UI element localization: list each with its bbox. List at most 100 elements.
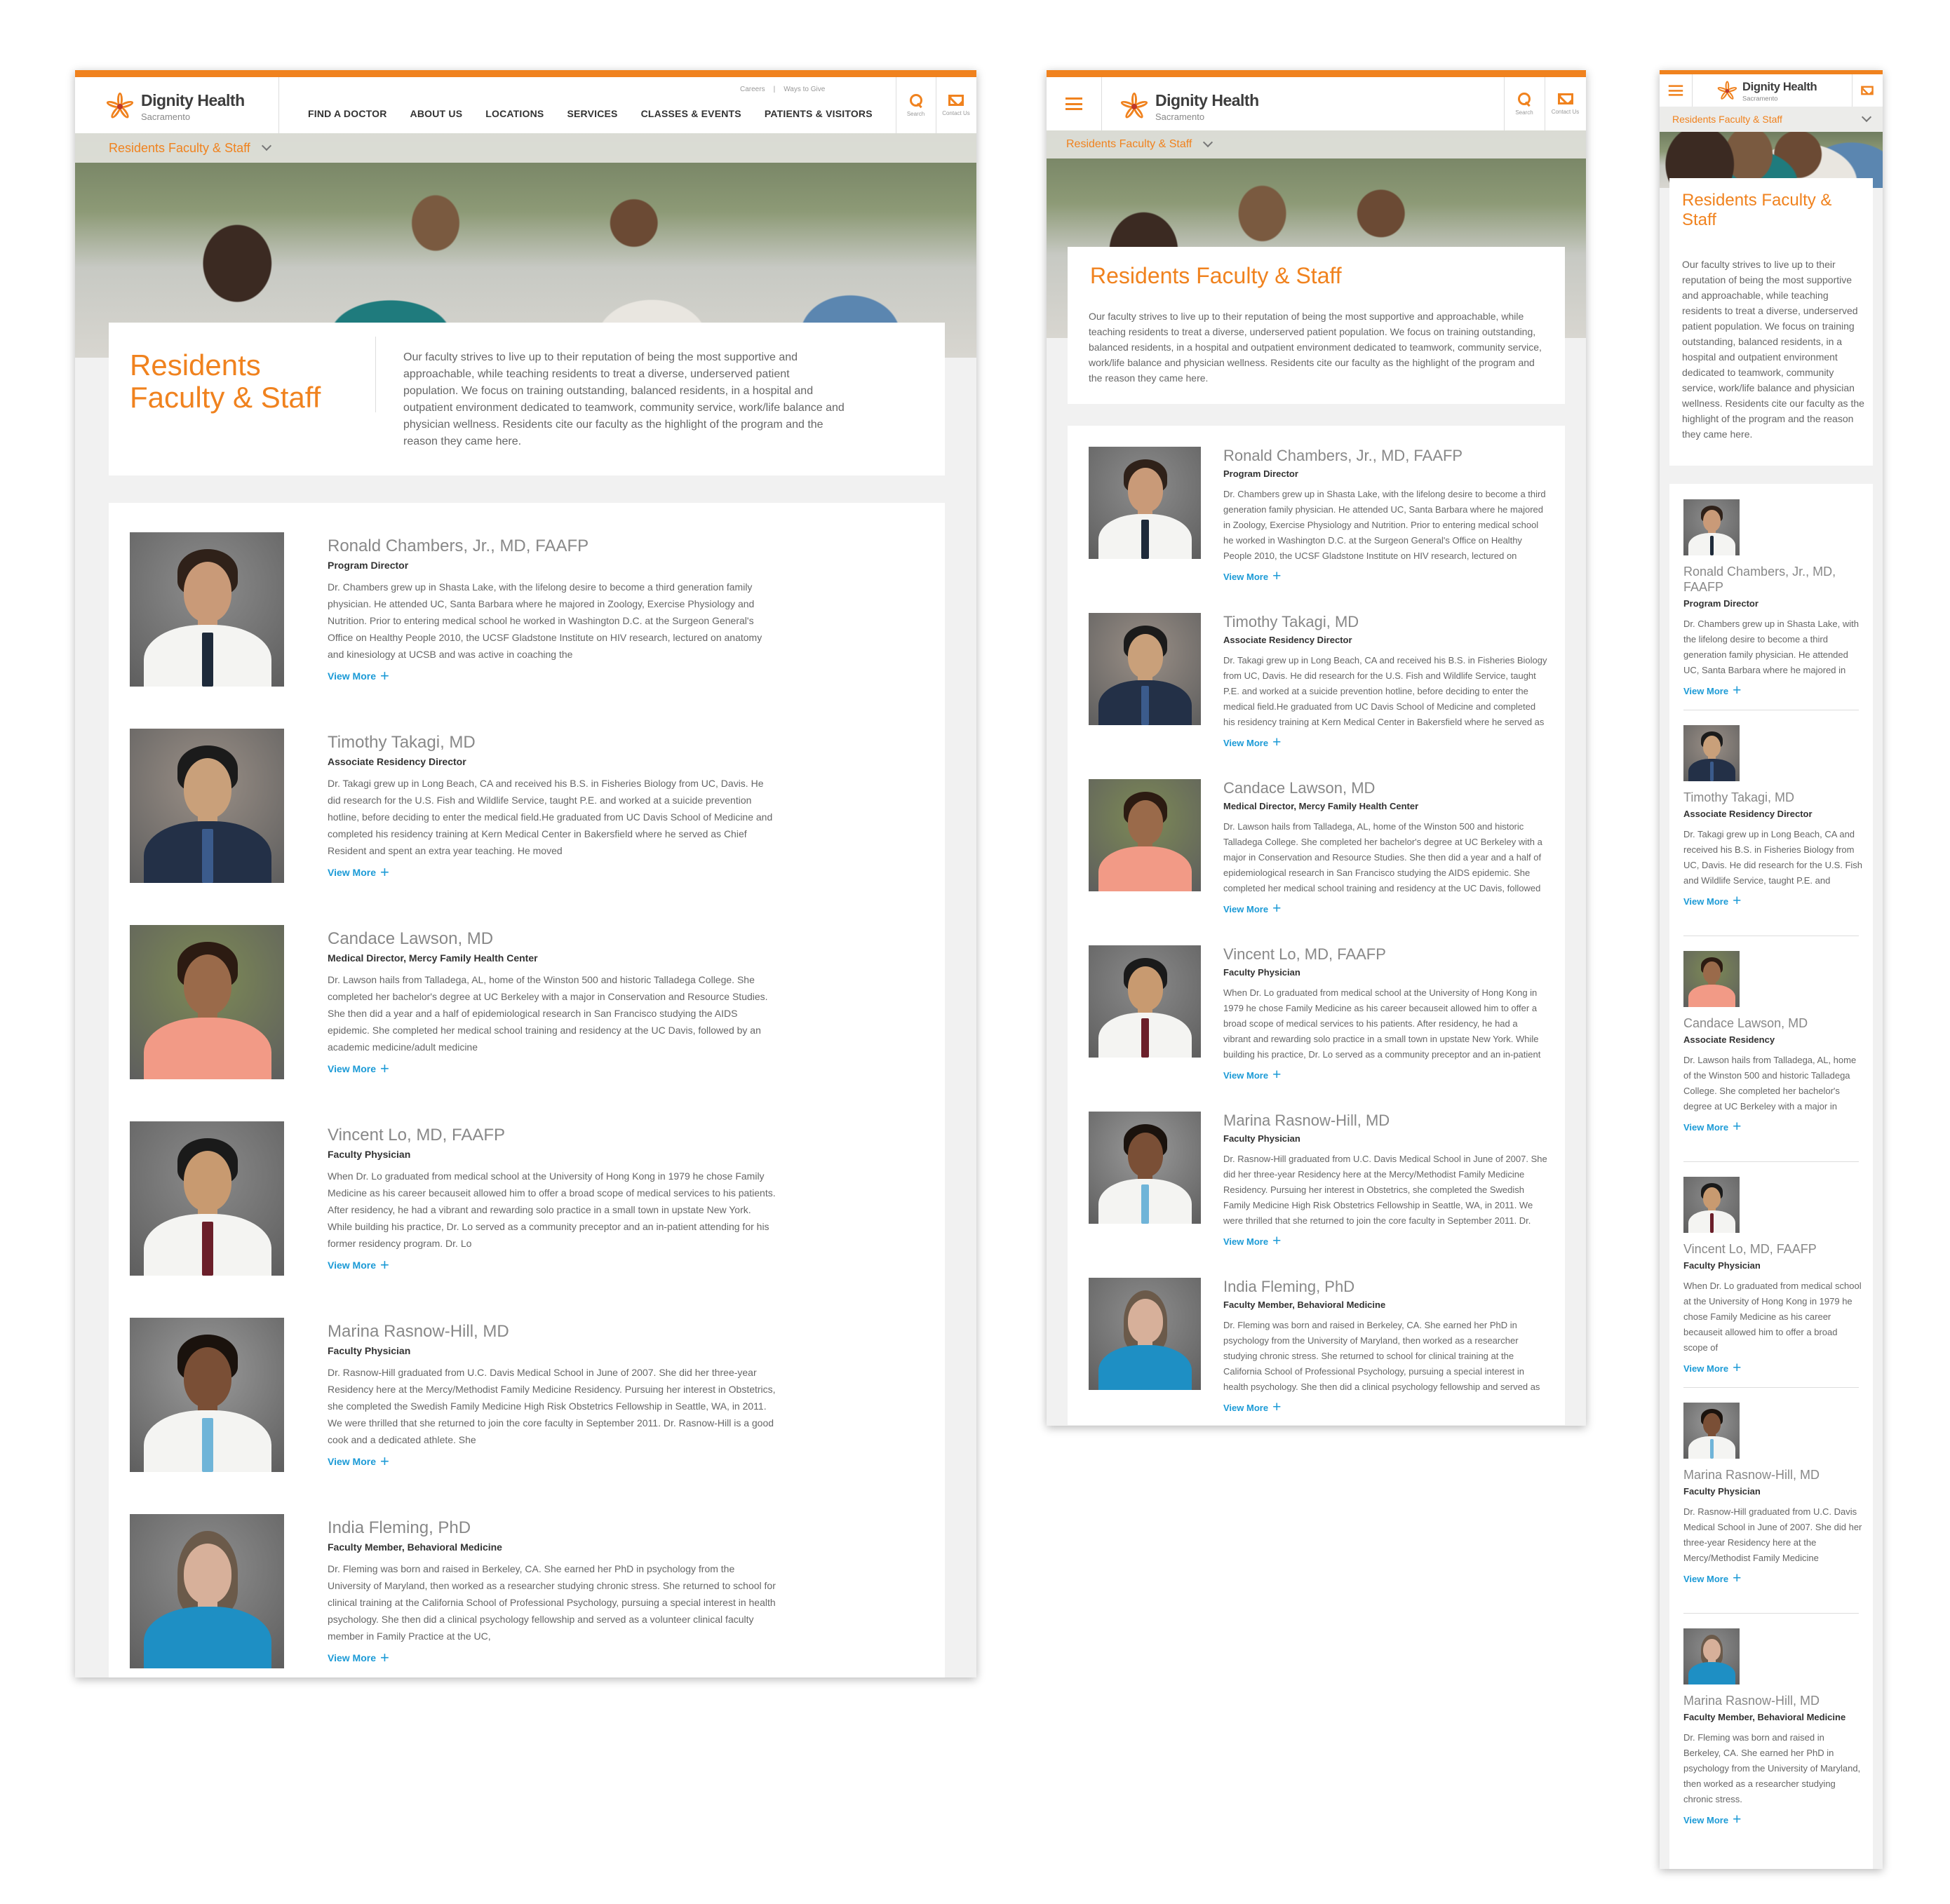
main-nav: FIND A DOCTOR ABOUT US LOCATIONS SERVICE…	[308, 108, 896, 119]
plus-icon: +	[1272, 900, 1282, 917]
logo-mark-icon	[1716, 81, 1737, 101]
header-divider	[278, 77, 279, 133]
view-more-link[interactable]: View More +	[1223, 734, 1281, 751]
intro-card: Residents Faculty & Staff Our faculty st…	[1068, 247, 1565, 404]
faculty-name: Marina Rasnow-Hill, MD	[1223, 1112, 1390, 1129]
headshot-photo	[1089, 447, 1201, 559]
faculty-list: Ronald Chambers, Jr., MD, FAAFP Program D…	[1669, 484, 1873, 1869]
faculty-role: Faculty Physician	[1223, 967, 1300, 978]
headshot-photo	[1089, 1112, 1201, 1224]
logo-mark-icon	[105, 93, 135, 121]
view-more-label: View More	[328, 1652, 376, 1663]
utility-link-careers[interactable]: Careers	[740, 86, 765, 93]
plus-icon: +	[1733, 1119, 1742, 1135]
view-more-label: View More	[1683, 1573, 1729, 1584]
brand-logo[interactable]: Dignity Health Sacramento	[1119, 91, 1259, 122]
faculty-bio: Dr. Rasnow-Hill graduated from U.C. Davi…	[1683, 1506, 1862, 1563]
nav-patients-visitors[interactable]: PATIENTS & VISITORS	[765, 108, 873, 119]
plus-icon: +	[1733, 1360, 1742, 1376]
page-title: Residents Faculty & Staff	[1090, 263, 1342, 288]
faculty-name: Candace Lawson, MD	[328, 929, 494, 948]
section-dropdown[interactable]: Residents Faculty & Staff	[75, 133, 976, 163]
view-more-link[interactable]: View More +	[1223, 1399, 1281, 1416]
intro-text: Our faculty strives to live up to their …	[1682, 259, 1864, 440]
menu-button[interactable]	[1660, 74, 1692, 107]
faculty-list: Ronald Chambers, Jr., MD, FAAFP Program D…	[109, 503, 945, 1677]
faculty-bio: Dr. Takagi grew up in Long Beach, CA and…	[1683, 829, 1863, 886]
contact-button[interactable]	[1852, 74, 1883, 107]
view-more-link[interactable]: View More +	[328, 1060, 389, 1078]
plus-icon: +	[1733, 1570, 1742, 1586]
view-more-link[interactable]: View More +	[1683, 682, 1741, 699]
intro-card: Residents Faculty & Staff Our faculty st…	[109, 323, 945, 475]
faculty-role: Faculty Physician	[1223, 1133, 1300, 1144]
headshot-photo	[1089, 779, 1201, 891]
hamburger-menu-icon	[1065, 97, 1082, 110]
list-separator	[1683, 1387, 1859, 1388]
contact-button[interactable]: Contact Us	[1545, 77, 1586, 130]
view-more-label: View More	[1683, 1814, 1729, 1825]
plus-icon: +	[380, 1060, 389, 1077]
view-more-label: View More	[1683, 896, 1729, 907]
view-more-link[interactable]: View More +	[328, 863, 389, 882]
utility-link-ways-to-give[interactable]: Ways to Give	[784, 86, 825, 93]
faculty-role: Medical Director, Mercy Family Health Ce…	[328, 952, 538, 964]
faculty-role: Program Director	[1223, 468, 1298, 479]
faculty-role: Faculty Physician	[328, 1345, 411, 1356]
view-more-link[interactable]: View More +	[1683, 1119, 1741, 1135]
menu-button[interactable]	[1047, 77, 1101, 130]
faculty-bio: Dr. Fleming was born and raised in Berke…	[328, 1563, 776, 1642]
view-more-link[interactable]: View More +	[1683, 893, 1741, 910]
faculty-role: Faculty Member, Behavioral Medicine	[1223, 1299, 1386, 1310]
view-more-link[interactable]: View More +	[1683, 1811, 1741, 1828]
contact-button[interactable]: Contact Us	[936, 77, 976, 133]
faculty-role: Associate Residency Director	[1223, 635, 1352, 645]
view-more-label: View More	[328, 1063, 376, 1074]
search-button[interactable]: Search	[896, 77, 936, 133]
view-more-link[interactable]: View More +	[1223, 900, 1281, 917]
faculty-bio: Dr. Lawson hails from Talladega, AL, hom…	[1223, 821, 1542, 893]
view-more-link[interactable]: View More +	[328, 1649, 389, 1667]
view-more-link[interactable]: View More +	[328, 667, 389, 685]
view-more-link[interactable]: View More +	[1683, 1570, 1741, 1587]
chevron-down-icon	[1203, 137, 1213, 148]
search-button[interactable]: Search	[1504, 77, 1545, 130]
nav-services[interactable]: SERVICES	[567, 108, 617, 119]
headshot-photo	[1089, 613, 1201, 725]
faculty-bio: When Dr. Lo graduated from medical schoo…	[1223, 987, 1541, 1060]
nav-classes-events[interactable]: CLASSES & EVENTS	[641, 108, 741, 119]
faculty-bio: When Dr. Lo graduated from medical schoo…	[1683, 1281, 1862, 1353]
brand-logo[interactable]: Dignity Health Sacramento	[105, 91, 245, 122]
view-more-link[interactable]: View More +	[328, 1452, 389, 1471]
section-dropdown[interactable]: Residents Faculty & Staff	[1660, 107, 1883, 132]
brand-name: Dignity Health	[1155, 91, 1259, 109]
headshot-photo	[1683, 1177, 1740, 1233]
view-more-link[interactable]: View More +	[328, 1256, 389, 1274]
view-more-label: View More	[1223, 737, 1269, 748]
nav-find-a-doctor[interactable]: FIND A DOCTOR	[308, 108, 387, 119]
faculty-name: Candace Lawson, MD	[1683, 1016, 1808, 1030]
brand-name: Dignity Health	[141, 91, 245, 109]
view-more-link[interactable]: View More +	[1223, 568, 1281, 585]
intro-text: Our faculty strives to live up to their …	[403, 351, 845, 447]
faculty-list: Ronald Chambers, Jr., MD, FAAFP Program D…	[1068, 426, 1565, 1425]
mail-icon	[1557, 93, 1573, 104]
faculty-role: Program Director	[328, 560, 409, 571]
section-dropdown[interactable]: Residents Faculty & Staff	[1047, 130, 1586, 158]
view-more-label: View More	[1683, 685, 1729, 696]
nav-about-us[interactable]: ABOUT US	[410, 108, 463, 119]
brand-logo[interactable]: Dignity Health Sacramento	[1716, 80, 1817, 102]
faculty-name: Marina Rasnow-Hill, MD	[328, 1322, 509, 1341]
view-more-link[interactable]: View More +	[1223, 1233, 1281, 1250]
brand-location: Sacramento	[1155, 112, 1205, 122]
plus-icon: +	[380, 1649, 389, 1666]
faculty-name: Ronald Chambers, Jr., MD, FAAFP	[328, 536, 589, 555]
view-more-link[interactable]: View More +	[1223, 1067, 1281, 1083]
plus-icon: +	[1733, 893, 1742, 909]
view-more-label: View More	[1223, 1402, 1269, 1413]
view-more-link[interactable]: View More +	[1683, 1360, 1741, 1377]
view-more-label: View More	[328, 670, 376, 682]
faculty-name: Vincent Lo, MD, FAAFP	[328, 1126, 505, 1145]
nav-locations[interactable]: LOCATIONS	[485, 108, 544, 119]
mail-icon	[1861, 86, 1874, 95]
